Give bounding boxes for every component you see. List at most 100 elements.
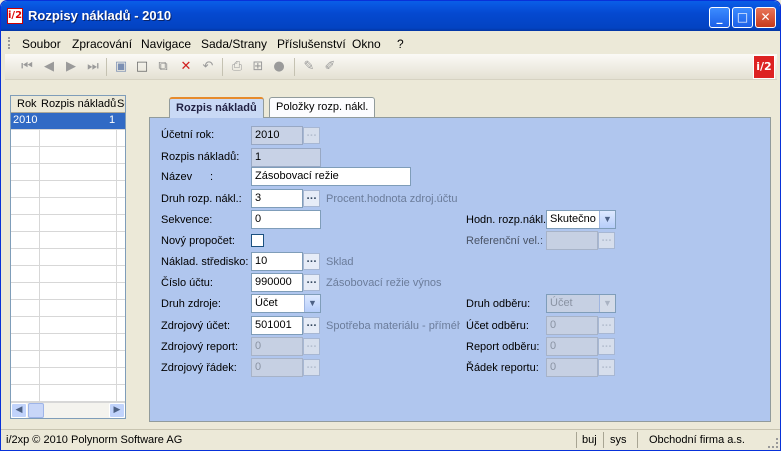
last-record-icon[interactable]: ⏭ [85,59,101,75]
sekvence-field[interactable]: 0 [251,210,321,229]
label-cislo-uctu: Číslo účtu: [161,277,213,289]
first-record-icon[interactable]: ⏮ [19,59,35,75]
edit-icon[interactable]: ✎ [301,59,317,75]
nazev-field[interactable]: Zásobovací režie [251,167,411,186]
hodn-select[interactable]: Skutečno ▼ [546,210,616,229]
tab-polozky[interactable]: Položky rozp. nákl. [269,97,376,117]
col-rozpis[interactable]: Rozpis nákladů [41,96,116,112]
record-list[interactable]: Rok Rozpis nákladů Se 2010 1 ◀ ▶ [10,95,126,419]
menu-prislusenstvi[interactable]: Příslušenství [277,37,346,51]
radek-reportu-lookup-icon: ... [598,359,615,376]
form-panel: Účetní rok: 2010 ... Rozpis nákladů: 1 N… [149,117,771,422]
menu-navigace[interactable]: Navigace [141,37,191,51]
table-row[interactable]: 2010 1 [11,113,125,130]
druh-field[interactable]: 3 [251,189,303,208]
stredisko-lookup-icon[interactable]: ... [303,253,320,270]
ref-field [546,231,598,250]
delete-icon[interactable]: ✕ [178,59,194,75]
zdroj-ucet-field[interactable]: 501001 [251,316,303,335]
table-row[interactable] [11,147,125,164]
scroll-right-icon[interactable]: ▶ [109,403,125,418]
chevron-down-icon: ▼ [599,295,615,312]
table-row[interactable] [11,300,125,317]
scroll-left-icon[interactable]: ◀ [11,403,27,418]
col-rok[interactable]: Rok [17,96,37,112]
window-title: Rozpisy nákladů - 2010 [28,8,172,23]
table-row[interactable] [11,130,125,147]
zdroj-radek-field: 0 [251,358,303,377]
menu-zpracovani[interactable]: Zpracování [72,37,132,51]
zdroj-ucet-hint: Spotřeba materiálu - přímého [326,320,460,332]
table-row[interactable] [11,232,125,249]
application-window: i/2 Rozpisy nákladů - 2010 _ □ ✕ Soubor … [0,0,781,451]
label-stredisko: Náklad. středisko: [161,256,249,268]
table-row[interactable] [11,283,125,300]
status-system: sys [610,434,627,446]
chevron-down-icon[interactable]: ▼ [304,295,320,312]
menu-sada-strany[interactable]: Sada/Strany [201,37,267,51]
close-button[interactable]: ✕ [755,7,776,28]
resize-grip-icon[interactable] [768,438,778,448]
label-zdroj-report: Zdrojový report: [161,341,239,353]
ucetni-rok-field: 2010 [251,126,303,145]
novy-propocet-checkbox[interactable] [251,234,264,247]
menu-help[interactable]: ? [397,37,404,51]
print-icon[interactable]: ⎙ [229,59,245,75]
cislo-uctu-field[interactable]: 990000 [251,273,303,292]
tab-rozpis-nakladu[interactable]: Rozpis nákladů [169,97,264,118]
stredisko-field[interactable]: 10 [251,252,303,271]
col-se[interactable]: Se [117,96,125,112]
zdroj-radek-lookup-icon: ... [303,359,320,376]
status-copyright: i/2xp © 2010 Polynorm Software AG [6,434,183,446]
radek-reportu-field: 0 [546,358,598,377]
label-novy-propocet: Nový propočet: [161,235,235,247]
scroll-thumb[interactable] [28,403,44,418]
table-row[interactable] [11,164,125,181]
app-logo-icon: i/2 [7,8,23,24]
druh-zdroje-select[interactable]: Účet ▼ [251,294,321,313]
toolbar-separator [294,58,295,76]
zdroj-ucet-lookup-icon[interactable]: ... [303,317,320,334]
menu-okno[interactable]: Okno [352,37,381,51]
cell-rok: 2010 [13,114,38,126]
chevron-down-icon[interactable]: ▼ [599,211,615,228]
zdroj-report-lookup-icon: ... [303,338,320,355]
label-zdroj-ucet: Zdrojový účet: [161,320,231,332]
save-icon[interactable]: ▣ [113,59,129,75]
table-row[interactable] [11,334,125,351]
ref-lookup-icon: ... [598,232,615,249]
menu-grip [8,37,11,49]
tree-icon[interactable]: ⊞ [250,59,266,75]
copy-icon[interactable]: ⧉ [155,59,171,75]
status-divider [576,432,577,448]
horizontal-scrollbar[interactable]: ◀ ▶ [11,402,125,418]
table-row[interactable] [11,368,125,385]
table-row[interactable] [11,385,125,402]
prev-record-icon[interactable]: ◀ [41,59,57,75]
title-bar[interactable]: i/2 Rozpisy nákladů - 2010 _ □ ✕ [1,1,780,31]
table-row[interactable] [11,351,125,368]
druh-lookup-icon[interactable]: ... [303,190,320,207]
table-row[interactable] [11,249,125,266]
label-radek-reportu: Řádek reportu: [466,362,539,374]
next-record-icon[interactable]: ▶ [63,59,79,75]
table-row[interactable] [11,198,125,215]
label-nazev: Název [161,171,193,183]
table-row[interactable] [11,317,125,334]
edit-clear-icon[interactable]: ✐ [322,59,338,75]
table-row[interactable] [11,266,125,283]
menu-soubor[interactable]: Soubor [22,37,61,51]
undo-icon[interactable]: ↶ [200,59,216,75]
stop-icon[interactable]: ● [271,59,287,75]
maximize-button[interactable]: □ [732,7,753,28]
druh-zdroje-value: Účet [255,297,278,309]
cislo-uctu-lookup-icon[interactable]: ... [303,274,320,291]
status-user: buj [582,434,597,446]
table-row[interactable] [11,181,125,198]
cell-rozpis: 1 [109,114,116,126]
status-bar: i/2xp © 2010 Polynorm Software AG buj sy… [1,429,780,450]
minimize-button[interactable]: _ [709,7,730,28]
status-divider [603,432,604,448]
new-icon[interactable]: □ [134,59,150,75]
table-row[interactable] [11,215,125,232]
